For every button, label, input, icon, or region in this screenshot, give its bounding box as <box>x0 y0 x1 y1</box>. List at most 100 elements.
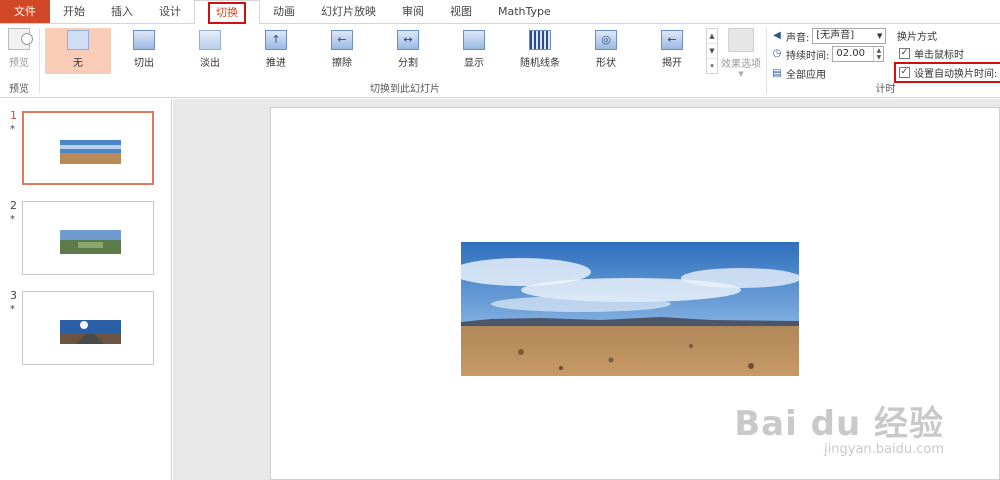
tab-view[interactable]: 视图 <box>437 0 485 24</box>
transition-star-icon: * <box>10 124 15 135</box>
chevron-down-icon: ▼ <box>876 32 883 40</box>
watermark-brand: Bai du 经验 <box>734 404 944 444</box>
ribbon-transitions: 预览 预览 无 切出 淡出 ↑ 推进 ← 擦除 ↔ 分割 显示 随机线条 ◎ 形… <box>0 23 1000 98</box>
gallery-scrollbar[interactable]: ▲ ▼ ▾ <box>706 28 718 74</box>
transition-label: 淡出 <box>200 58 220 69</box>
apply-to-all-button[interactable]: ▤ 全部应用 <box>771 66 826 82</box>
tab-insert[interactable]: 插入 <box>98 0 146 24</box>
auto-advance-label: 设置自动换片时间: <box>914 69 998 80</box>
ribbon-tab-bar: 文件 开始 插入 设计 切换 动画 幻灯片放映 审阅 视图 MathType <box>0 0 1000 24</box>
advance-slide-heading: 换片方式 <box>897 32 937 43</box>
effect-options-icon <box>728 28 754 52</box>
group-label-transitions: 切换到此幻灯片 <box>370 84 440 95</box>
checkbox-checked-icon: ✓ <box>899 48 910 59</box>
preview-icon <box>8 28 33 50</box>
tab-design[interactable]: 设计 <box>146 0 194 24</box>
slide-preview <box>22 201 154 275</box>
slide-number: 1 <box>10 109 17 122</box>
desert-thumbnail-image <box>60 140 121 164</box>
transition-reveal[interactable]: 显示 <box>441 28 507 74</box>
duration-spinner[interactable]: 02.00 ▲ ▼ <box>832 46 885 62</box>
transition-label: 切出 <box>134 58 154 69</box>
transition-label: 无 <box>73 58 83 69</box>
fade-transition-icon <box>199 30 221 50</box>
none-transition-icon <box>67 30 89 50</box>
group-label-timing: 计时 <box>875 84 896 95</box>
watermark-url: jingyan.baidu.com <box>824 442 944 457</box>
tab-home[interactable]: 开始 <box>50 0 98 24</box>
clock-icon: ◷ <box>772 48 782 59</box>
apply-all-label: 全部应用 <box>786 70 826 81</box>
on-mouse-click-label: 单击鼠标时 <box>914 50 964 61</box>
sound-icon: ◀ <box>773 30 781 41</box>
transition-split[interactable]: ↔ 分割 <box>375 28 441 74</box>
transition-label: 形状 <box>596 58 616 69</box>
transition-cut[interactable]: 切出 <box>111 28 177 74</box>
uncover-transition-icon: ← <box>661 30 683 50</box>
slide-thumbnail-pane: 1 * 2 * 3 * <box>0 99 172 480</box>
group-divider <box>766 28 767 94</box>
shape-transition-icon: ◎ <box>595 30 617 50</box>
transition-wipe[interactable]: ← 擦除 <box>309 28 375 74</box>
slide-thumbnail-3[interactable]: 3 * <box>8 290 158 370</box>
transition-label: 揭开 <box>662 58 682 69</box>
transition-fade[interactable]: 淡出 <box>177 28 243 74</box>
gallery-scroll-down-icon[interactable]: ▼ <box>707 44 717 59</box>
random-bars-transition-icon <box>529 30 551 50</box>
transition-none[interactable]: 无 <box>45 28 111 74</box>
split-transition-icon: ↔ <box>397 30 419 50</box>
wipe-transition-icon: ← <box>331 30 353 50</box>
gallery-scroll-up-icon[interactable]: ▲ <box>707 29 717 44</box>
tab-transitions-label: 切换 <box>208 2 246 24</box>
group-label-preview: 预览 <box>9 84 29 95</box>
push-transition-icon: ↑ <box>265 30 287 50</box>
preview-button[interactable]: 预览 <box>4 28 34 69</box>
transition-label: 推进 <box>266 58 286 69</box>
slide-thumbnail-1[interactable]: 1 * <box>8 110 158 190</box>
transition-gallery: 无 切出 淡出 ↑ 推进 ← 擦除 ↔ 分割 显示 随机线条 ◎ 形状 ← 揭开 <box>45 28 705 74</box>
desert-landscape-image[interactable] <box>461 242 799 376</box>
slide-preview <box>22 111 154 185</box>
tab-slideshow[interactable]: 幻灯片放映 <box>308 0 389 24</box>
effect-options-label: 效果选项 <box>721 59 761 70</box>
transition-label: 分割 <box>398 58 418 69</box>
slide-number: 3 <box>10 289 17 302</box>
sound-label: 声音: <box>786 32 810 44</box>
slide-editor-area: Bai du 经验 jingyan.baidu.com <box>173 99 1000 480</box>
road-thumbnail-image <box>60 320 121 344</box>
preview-button-label: 预览 <box>9 58 29 69</box>
tab-file[interactable]: 文件 <box>0 0 50 24</box>
effect-options-button[interactable]: 效果选项 ▼ <box>720 28 762 78</box>
transition-uncover[interactable]: ← 揭开 <box>639 28 705 74</box>
transition-label: 随机线条 <box>520 58 560 69</box>
transition-push[interactable]: ↑ 推进 <box>243 28 309 74</box>
tab-transitions[interactable]: 切换 <box>194 0 260 24</box>
transition-star-icon: * <box>10 304 15 315</box>
spinner-arrows-icon[interactable]: ▲ ▼ <box>873 47 883 61</box>
tab-animations[interactable]: 动画 <box>260 0 308 24</box>
sound-select[interactable]: [无声音] ▼ <box>812 28 887 44</box>
tab-review[interactable]: 审阅 <box>389 0 437 24</box>
slide-number: 2 <box>10 199 17 212</box>
reveal-transition-icon <box>463 30 485 50</box>
transition-shape[interactable]: ◎ 形状 <box>573 28 639 74</box>
slide-thumbnail-2[interactable]: 2 * <box>8 200 158 280</box>
dropdown-arrow-icon: ▼ <box>738 70 744 78</box>
cut-transition-icon <box>133 30 155 50</box>
gallery-more-icon[interactable]: ▾ <box>707 59 717 74</box>
checkbox-checked-icon: ✓ <box>899 67 910 78</box>
current-slide[interactable]: Bai du 经验 jingyan.baidu.com <box>270 107 1000 480</box>
on-mouse-click-checkbox[interactable]: ✓ 单击鼠标时 <box>899 46 964 61</box>
group-divider <box>39 28 40 94</box>
tab-mathtype[interactable]: MathType <box>485 0 564 24</box>
transition-random-bars[interactable]: 随机线条 <box>507 28 573 74</box>
transition-star-icon: * <box>10 214 15 225</box>
transition-label: 显示 <box>464 58 484 69</box>
valley-thumbnail-image <box>60 230 121 254</box>
sound-value: [无声音] <box>816 30 855 41</box>
apply-all-icon: ▤ <box>772 67 782 79</box>
duration-value: 02.00 <box>836 48 866 59</box>
slide-preview <box>22 291 154 365</box>
baidu-jingyan-watermark: Bai du 经验 jingyan.baidu.com <box>734 406 944 457</box>
transition-label: 擦除 <box>332 58 352 69</box>
